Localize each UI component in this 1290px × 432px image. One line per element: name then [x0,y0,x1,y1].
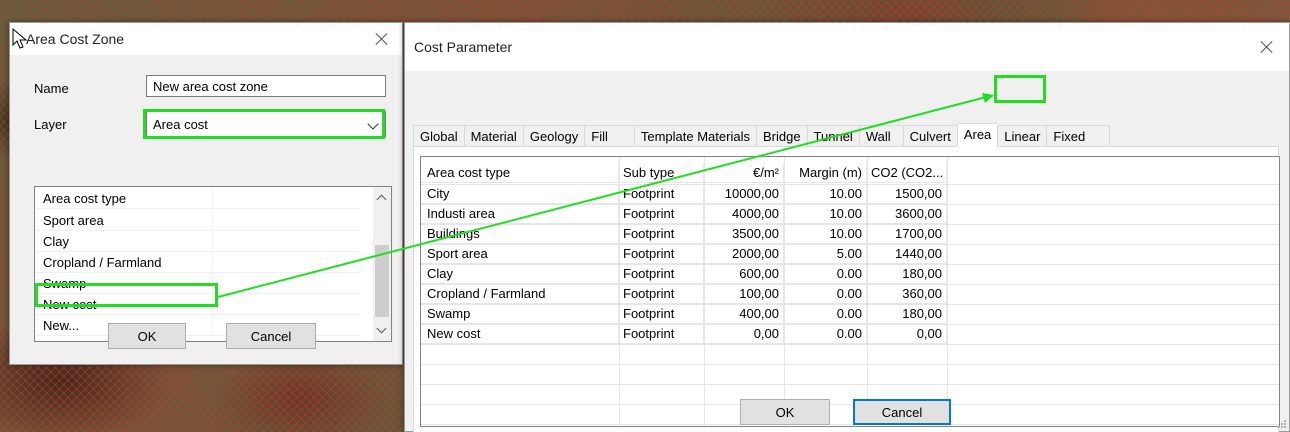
table-cell[interactable]: Cropland / Farmland [421,284,619,304]
tab-culvert[interactable]: Culvert [902,125,957,147]
cancel-button[interactable]: Cancel [853,399,951,425]
table-cell[interactable]: Footprint [619,244,704,264]
list-item[interactable]: New cost [35,295,359,315]
tab-tunnel[interactable]: Tunnel [806,125,859,147]
tab-bridge[interactable]: Bridge [755,125,807,147]
table-cell[interactable]: 10.00 [784,224,867,244]
layer-label: Layer [34,117,67,132]
list-item[interactable]: Swamp [35,274,359,294]
table-cell[interactable]: 1500,00 [867,184,947,204]
chevron-up-icon[interactable] [376,194,387,205]
tab-linear[interactable]: Linear [997,125,1047,147]
table-cell[interactable]: 10.00 [784,184,867,204]
table-cell[interactable]: Sport area [421,244,619,264]
tab-material[interactable]: Material [463,125,523,147]
table-cell[interactable]: Footprint [619,264,704,284]
table-cell[interactable]: Footprint [619,304,704,324]
table-cell[interactable]: 0.00 [784,284,867,304]
name-input-value: New area cost zone [153,78,268,94]
ok-button[interactable]: OK [740,399,830,425]
resize-grip-icon[interactable] [1275,417,1287,429]
area-cost-zone-dialog: Area Cost Zone Name New area cost zone L… [9,22,403,365]
table-cell[interactable]: City [421,184,619,204]
area-cost-zone-titlebar: Area Cost Zone [10,23,402,55]
area-cost-type-list[interactable]: Area cost type Sport area Clay Cropland … [34,186,392,342]
table-cell[interactable]: 10000,00 [704,184,784,204]
table-cell[interactable]: Footprint [619,204,704,224]
column-header[interactable]: Margin (m) [784,163,867,183]
mouse-cursor-icon [12,28,28,49]
list-item[interactable]: Cropland / Farmland [35,253,359,273]
table-cell[interactable]: Clay [421,264,619,284]
list-scrollbar[interactable] [373,187,391,341]
scrollbar-thumb[interactable] [375,245,389,317]
tab-strip: Global Material Geology Fill Template Ma… [413,123,1111,147]
cost-parameter-dialog: Cost Parameter Global Material Geology F… [404,22,1290,432]
close-icon[interactable] [1259,39,1275,55]
cost-parameter-title: Cost Parameter [414,39,513,55]
table-cell[interactable]: Buildings [421,224,619,244]
tab-template-materials[interactable]: Template Materials [633,125,756,147]
tab-fill[interactable]: Fill [584,125,634,147]
layer-select[interactable]: Area cost [146,111,386,137]
chevron-down-icon [367,118,379,130]
table-cell[interactable]: 3600,00 [867,204,947,224]
table-cell[interactable]: 1700,00 [867,224,947,244]
area-cost-table[interactable]: Area cost type Sub type €/m² Margin (m) … [420,156,1280,427]
column-header[interactable]: Sub type [619,163,704,183]
table-cell[interactable]: 600,00 [704,264,784,284]
column-header[interactable]: Area cost type [421,163,619,183]
name-input[interactable]: New area cost zone [146,75,386,97]
table-cell[interactable]: 1440,00 [867,244,947,264]
table-cell[interactable]: New cost [421,324,619,344]
table-cell[interactable]: 0,00 [704,324,784,344]
table-cell[interactable]: 0,00 [867,324,947,344]
table-cell[interactable]: 5.00 [784,244,867,264]
tab-fixed[interactable]: Fixed [1046,125,1111,147]
table-cell[interactable]: 0.00 [784,324,867,344]
table-cell[interactable]: Footprint [619,184,704,204]
tab-wall[interactable]: Wall [858,125,903,147]
table-cell[interactable]: 400,00 [704,304,784,324]
row-divider [421,384,1279,385]
table-cell[interactable]: Industi area [421,204,619,224]
table-cell[interactable]: 360,00 [867,284,947,304]
table-cell[interactable]: 180,00 [867,264,947,284]
close-icon[interactable] [374,31,390,47]
list-item[interactable]: Area cost type [35,189,359,209]
ok-button[interactable]: OK [108,323,186,349]
table-cell[interactable]: Footprint [619,284,704,304]
table-cell[interactable]: 180,00 [867,304,947,324]
row-divider [421,364,1279,365]
tab-global[interactable]: Global [413,125,464,147]
table-cell[interactable]: Footprint [619,224,704,244]
tab-area[interactable]: Area [956,123,998,147]
layer-select-value: Area cost [153,116,208,132]
table-cell[interactable]: 100,00 [704,284,784,304]
chevron-down-icon[interactable] [376,323,387,334]
table-cell[interactable]: 0.00 [784,264,867,284]
tab-geology[interactable]: Geology [522,125,585,147]
cancel-button[interactable]: Cancel [226,323,316,349]
table-cell[interactable]: 4000,00 [704,204,784,224]
area-cost-zone-body: Name New area cost zone Layer Area cost … [10,55,402,364]
cost-parameter-titlebar: Cost Parameter [405,23,1289,71]
list-item[interactable]: Sport area [35,211,359,231]
cost-parameter-body: Global Material Geology Fill Template Ma… [405,71,1289,432]
row-divider [421,424,1279,425]
table-cell[interactable]: Swamp [421,304,619,324]
table-cell[interactable]: 2000,00 [704,244,784,264]
list-item[interactable]: Clay [35,232,359,252]
table-cell[interactable]: 0.00 [784,304,867,324]
table-cell[interactable]: Footprint [619,324,704,344]
area-cost-zone-title: Area Cost Zone [26,31,125,47]
column-header[interactable]: CO2 (CO2... [867,163,947,183]
table-cell[interactable]: 10.00 [784,204,867,224]
row-divider [421,344,1279,345]
column-header[interactable]: €/m² [704,163,784,183]
name-label: Name [34,81,69,96]
row-divider [421,404,1279,405]
table-cell[interactable]: 3500,00 [704,224,784,244]
